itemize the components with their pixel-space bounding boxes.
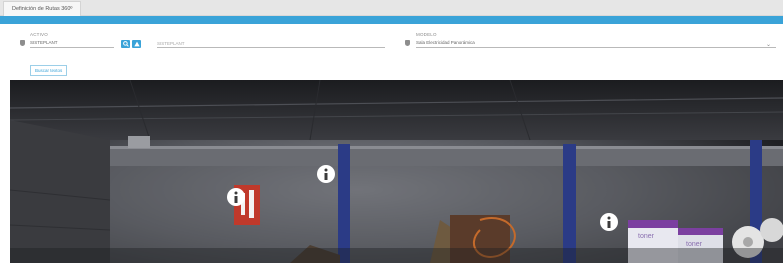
search-icon <box>122 41 129 47</box>
activo-description-underline <box>157 47 385 48</box>
toner-label: toner <box>686 241 703 248</box>
warning-button[interactable] <box>132 40 141 48</box>
tab-label: Definición de Rutas 360º <box>12 6 73 12</box>
shield-icon-modelo <box>405 40 410 46</box>
modelo-label: MODELO <box>416 32 437 37</box>
tab-strip: Definición de Rutas 360º <box>0 0 783 16</box>
info-icon[interactable] <box>227 188 245 206</box>
activo-label: ACTIVO <box>30 32 48 37</box>
shield-icon <box>20 40 25 46</box>
search-button[interactable] <box>121 40 130 48</box>
modelo-select-underline <box>416 47 776 48</box>
panorama-image[interactable]: toner toner <box>10 80 783 263</box>
info-icon[interactable] <box>600 213 618 231</box>
filter-form <box>0 24 783 80</box>
header-accent-band <box>0 16 783 24</box>
activo-description: SISTEPLANT <box>157 41 185 46</box>
toner-label: toner <box>638 233 655 240</box>
buscar-textos-button[interactable]: Buscar textos <box>30 65 68 76</box>
activo-input-underline <box>30 47 114 48</box>
chevron-down-icon[interactable]: ⌄ <box>766 41 771 48</box>
info-icon[interactable] <box>317 165 335 183</box>
activo-input[interactable]: SISTEPLANT <box>30 40 58 45</box>
modelo-select[interactable]: Sala Electricidad Panorámica <box>416 40 475 45</box>
panorama-viewer[interactable]: toner toner <box>10 80 783 263</box>
tab-definicion-rutas[interactable]: Definición de Rutas 360º <box>3 1 82 16</box>
warning-icon <box>133 41 140 47</box>
